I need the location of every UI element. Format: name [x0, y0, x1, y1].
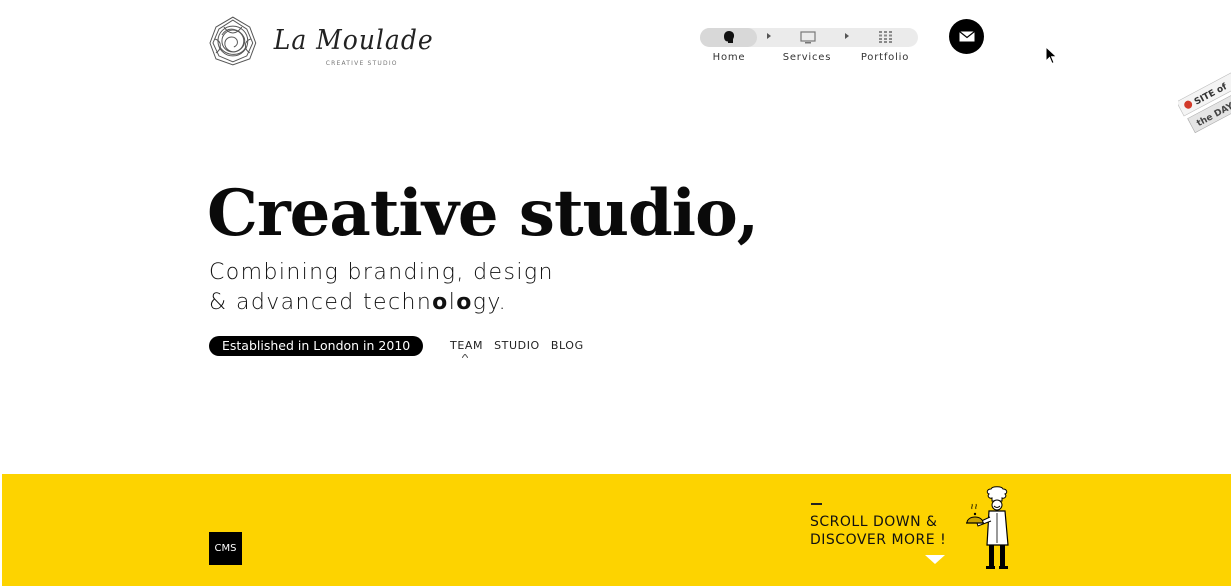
nav-item-services[interactable]: Services: [772, 52, 842, 63]
divider-dash: [811, 503, 822, 505]
mouse-cursor-icon: [1045, 46, 1058, 65]
logo-knot-icon: [209, 16, 257, 66]
nav-item-portfolio[interactable]: Portfolio: [850, 52, 920, 63]
hero-title: Creative studio,: [207, 176, 759, 251]
link-team[interactable]: TEAM: [450, 339, 483, 352]
monitor-icon[interactable]: [800, 31, 816, 44]
hero-subtitle-line-2: & advanced technology.: [209, 290, 507, 315]
active-caret-icon: [462, 354, 468, 358]
scroll-hint: SCROLL DOWN & DISCOVER MORE !: [810, 513, 946, 549]
scroll-hint-line-2: DISCOVER MORE !: [810, 532, 947, 548]
nav-arrow-icon: [845, 33, 849, 39]
footer-band: [2, 474, 1231, 586]
scroll-hint-line-1: SCROLL DOWN &: [810, 514, 938, 530]
hero-subtitle: Combining branding, design & advanced te…: [209, 258, 554, 318]
grid-icon[interactable]: [879, 31, 893, 43]
site-of-the-day-ribbon[interactable]: SITE of the DAY: [1178, 70, 1231, 150]
envelope-icon: [958, 31, 975, 42]
logo-script-text: La Moulade: [273, 23, 434, 56]
chef-illustration-icon: [966, 486, 1009, 569]
logo-subtitle: CREATIVE STUDIO: [325, 60, 398, 67]
established-badge: Established in London in 2010: [209, 336, 424, 356]
link-studio[interactable]: STUDIO: [494, 339, 540, 352]
nav-item-home[interactable]: Home: [694, 52, 764, 63]
secondary-links: TEAM STUDIO BLOG: [450, 339, 584, 352]
head-icon[interactable]: [722, 30, 736, 45]
hero-subtitle-line-1: Combining branding, design: [209, 260, 554, 285]
link-blog[interactable]: BLOG: [551, 339, 584, 352]
site-logo[interactable]: La Moulade CREATIVE STUDIO: [208, 14, 433, 68]
scroll-down-arrow-icon[interactable]: [925, 555, 945, 564]
nav-arrow-icon: [767, 33, 771, 39]
main-nav: Home Services Portfolio: [700, 28, 918, 64]
contact-button[interactable]: [949, 19, 984, 54]
cms-button[interactable]: CMS: [209, 532, 242, 565]
